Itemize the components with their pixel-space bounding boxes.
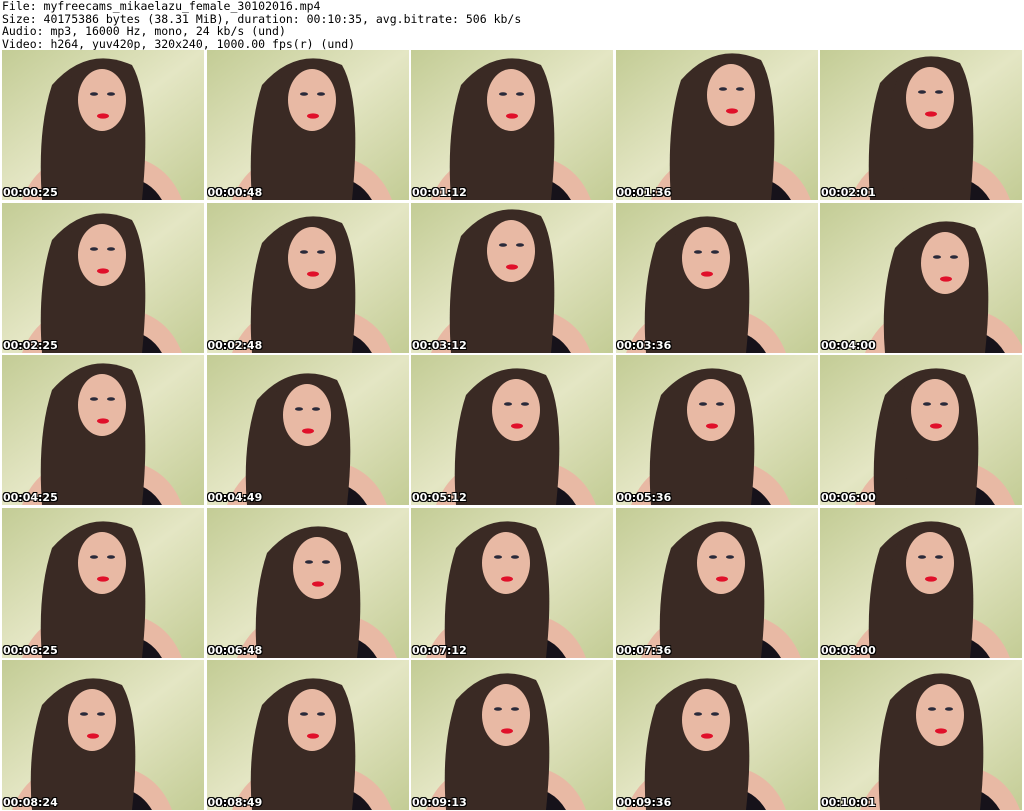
thumbnail-frame-image [411,660,613,810]
thumbnail-frame-image [411,355,613,505]
thumbnail-timestamp: 00:04:00 [821,338,876,352]
video-thumbnail: 00:04:00 [820,202,1022,353]
video-info-line: Video: h264, yuv420p, 320x240, 1000.00 f… [2,36,356,51]
thumbnail-frame-image [206,50,409,200]
thumbnail-timestamp: 00:09:13 [412,796,467,809]
video-thumbnail: 00:08:24 [2,660,204,810]
video-thumbnail: 00:08:00 [820,507,1022,658]
thumbnail-timestamp: 00:02:48 [207,338,263,352]
thumbnail-frame-image [411,507,613,658]
thumbnail-timestamp: 00:01:36 [616,186,672,199]
video-thumbnail: 00:09:13 [411,660,613,810]
thumbnail-frame-image [2,660,204,810]
thumbnail-timestamp: 00:06:00 [821,491,876,504]
thumbnail-frame-image [206,507,409,658]
thumbnail-timestamp: 00:06:48 [207,643,263,657]
thumbnail-timestamp: 00:04:25 [3,491,58,504]
video-thumbnail: 00:07:12 [411,507,613,658]
video-thumbnail: 00:02:25 [2,202,204,353]
file-info-header: File: myfreecams_mikaelazu_female_301020… [2,0,1022,50]
video-thumbnail: 00:05:36 [615,355,818,505]
thumbnail-frame-image [615,355,818,505]
video-thumbnail: 00:06:25 [2,507,204,658]
video-thumbnail: 00:02:01 [820,50,1022,200]
video-thumbnail: 00:00:25 [2,50,204,200]
thumbnail-timestamp: 00:10:01 [821,796,876,809]
video-thumbnail: 00:05:12 [411,355,613,505]
video-thumbnail: 00:07:36 [615,507,818,658]
thumbnail-timestamp: 00:05:12 [412,491,467,504]
thumbnail-frame-image [615,660,818,810]
thumbnail-frame-image [615,507,818,658]
thumbnail-grid: 00:00:25 00:00:48 00:01:12 00:01:36 00:02:01… [2,50,1022,811]
thumbnail-frame-image [820,507,1022,658]
thumbnail-frame-image [820,355,1022,505]
thumbnail-timestamp: 00:02:01 [821,186,876,199]
thumbnail-frame-image [615,202,818,353]
thumbnail-timestamp: 00:08:00 [821,643,876,657]
thumbnail-frame-image [820,660,1022,810]
video-thumbnail: 00:06:48 [206,507,409,658]
thumbnail-frame-image [206,202,409,353]
video-thumbnail: 00:08:49 [206,660,409,810]
thumbnail-timestamp: 00:08:49 [207,796,263,809]
file-name-line: File: myfreecams_mikaelazu_female_301020… [2,0,321,13]
thumbnail-frame-image [411,50,613,200]
video-thumbnail: 00:03:36 [615,202,818,353]
thumbnail-timestamp: 00:02:25 [3,338,58,352]
thumbnail-timestamp: 00:08:24 [3,796,58,809]
video-thumbnail: 00:02:48 [206,202,409,353]
thumbnail-timestamp: 00:06:25 [3,643,58,657]
thumbnail-frame-image [820,202,1022,353]
video-thumbnail: 00:09:36 [615,660,818,810]
thumbnail-timestamp: 00:01:12 [412,186,467,199]
video-thumbnail: 00:00:48 [206,50,409,200]
thumbnail-timestamp: 00:07:12 [412,643,467,657]
thumbnail-frame-image [411,202,613,353]
thumbnail-timestamp: 00:03:36 [616,338,672,352]
thumbnail-timestamp: 00:00:25 [3,186,58,199]
thumbnail-timestamp: 00:05:36 [616,491,672,504]
video-thumbnail: 00:01:36 [615,50,818,200]
thumbnail-timestamp: 00:04:49 [207,491,263,504]
thumbnail-frame-image [206,355,409,505]
thumbnail-timestamp: 00:03:12 [412,338,467,352]
thumbnail-frame-image [615,50,818,200]
video-thumbnail: 00:10:01 [820,660,1022,810]
thumbnail-frame-image [2,50,204,200]
audio-info-line: Audio: mp3, 16000 Hz, mono, 24 kb/s (und… [2,24,286,38]
thumbnail-frame-image [2,507,204,658]
thumbnail-frame-image [820,50,1022,200]
video-thumbnail: 00:01:12 [411,50,613,200]
thumbnail-frame-image [2,202,204,353]
thumbnail-timestamp: 00:00:48 [207,186,263,199]
video-thumbnail: 00:03:12 [411,202,613,353]
video-thumbnail: 00:06:00 [820,355,1022,505]
thumbnail-timestamp: 00:07:36 [616,643,672,657]
video-thumbnail: 00:04:25 [2,355,204,505]
thumbnail-frame-image [2,355,204,505]
thumbnail-frame-image [206,660,409,810]
video-thumbnail: 00:04:49 [206,355,409,505]
thumbnail-timestamp: 00:09:36 [616,796,672,809]
